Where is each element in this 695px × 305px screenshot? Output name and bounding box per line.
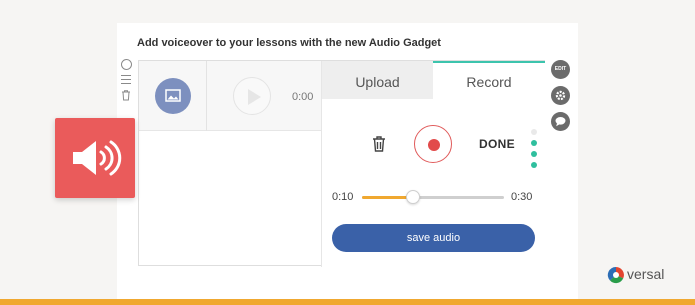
audio-gadget: 0:00 Upload Record DONE 0:10 0:30 save a… — [138, 60, 545, 267]
tab-record[interactable]: Record — [433, 61, 545, 99]
play-button[interactable] — [233, 77, 271, 115]
trim-slider[interactable] — [362, 190, 504, 204]
comment-icon — [555, 117, 566, 127]
trim-start-time: 0:10 — [332, 191, 354, 203]
card-title: Add voiceover to your lessons with the n… — [137, 37, 441, 49]
player-strip: 0:00 — [139, 61, 321, 131]
versal-brand: versal — [607, 265, 687, 285]
handle-dot — [531, 151, 537, 157]
brand-name: versal — [627, 266, 665, 282]
settings-button[interactable] — [551, 86, 570, 105]
trash-icon[interactable] — [120, 89, 132, 101]
speaker-icon — [73, 140, 122, 176]
record-button[interactable] — [414, 125, 452, 163]
panel-tabs: Upload Record — [322, 61, 545, 99]
settings-icon — [555, 90, 566, 101]
handle-dot — [531, 140, 537, 146]
audio-player: 0:00 — [139, 61, 322, 267]
record-panel: Upload Record DONE 0:10 0:30 save audio — [322, 61, 545, 267]
trim-end-time: 0:30 — [511, 191, 533, 203]
image-icon — [165, 89, 181, 102]
drag-handle[interactable] — [531, 129, 537, 173]
current-time: 0:00 — [292, 91, 314, 103]
image-thumbnail-button[interactable] — [155, 78, 191, 114]
comment-button[interactable] — [551, 112, 570, 131]
versal-logo-icon — [607, 266, 624, 284]
side-tools: EDIT — [551, 60, 571, 138]
trash-icon[interactable] — [371, 135, 387, 153]
circle-icon[interactable] — [120, 59, 132, 70]
tab-upload[interactable]: Upload — [322, 61, 433, 99]
trim-slider-handle[interactable] — [406, 190, 421, 204]
handle-dot — [531, 129, 537, 135]
bottom-accent-bar — [0, 299, 695, 305]
menu-icon[interactable] — [121, 75, 131, 84]
audio-gadget-badge — [55, 118, 135, 198]
gadget-rail — [119, 59, 133, 106]
gadget-card: Add voiceover to your lessons with the n… — [117, 23, 578, 305]
thumbnail-column — [139, 61, 207, 131]
done-button[interactable]: DONE — [479, 137, 515, 151]
handle-dot — [531, 162, 537, 168]
edit-button[interactable]: EDIT — [551, 60, 570, 79]
save-audio-button[interactable]: save audio — [332, 224, 535, 252]
